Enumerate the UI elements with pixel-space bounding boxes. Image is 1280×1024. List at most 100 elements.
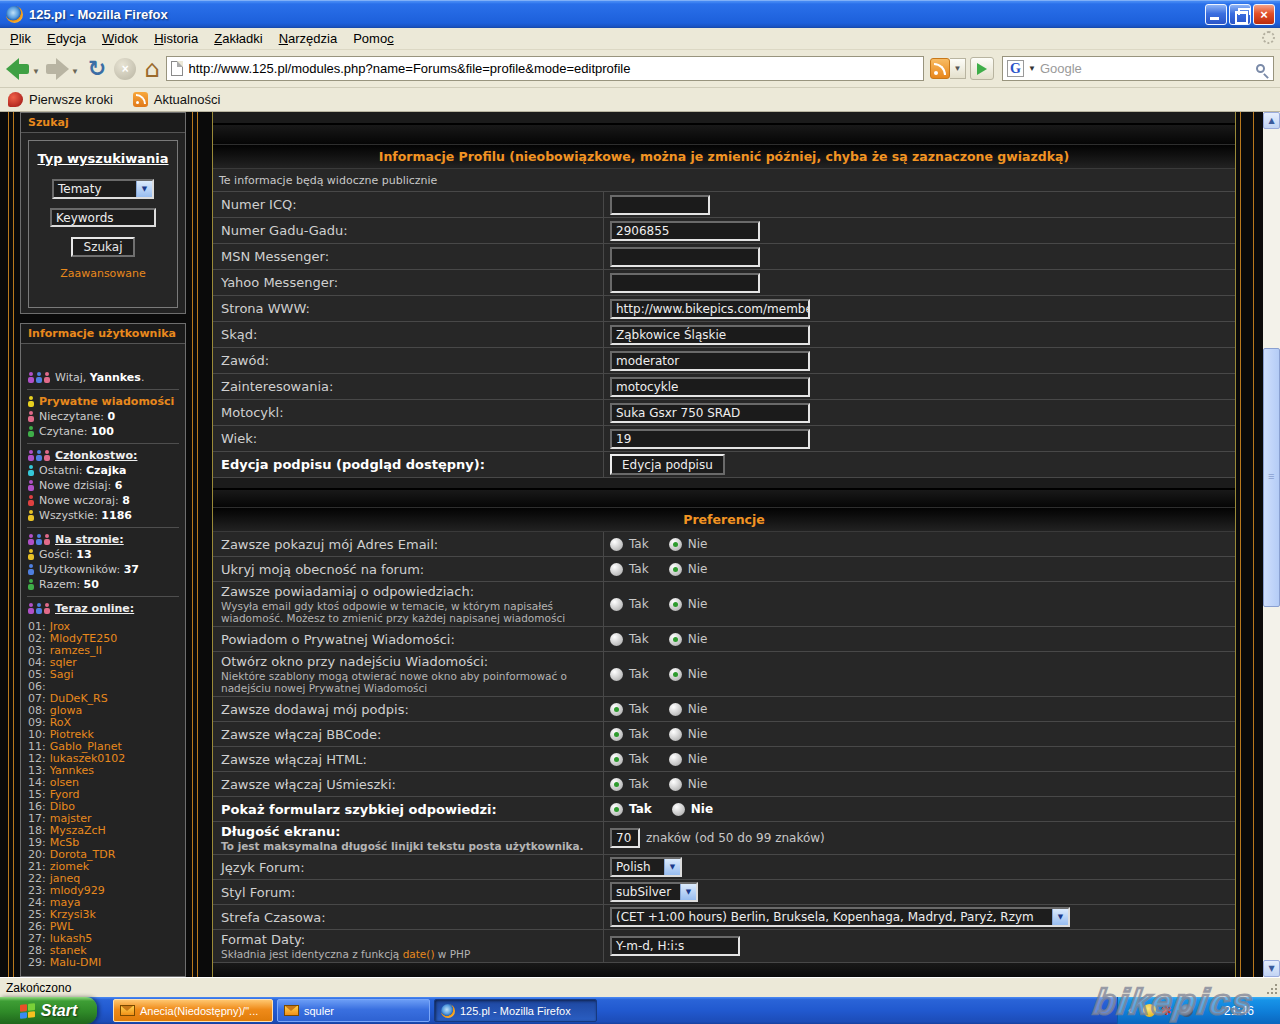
radio-yes-selected[interactable] [610, 753, 623, 766]
date-function-link[interactable]: date() [403, 948, 435, 960]
radio-no-selected[interactable] [669, 598, 682, 611]
online-user-link[interactable]: Malu-DMI [50, 957, 101, 969]
restore-button[interactable] [1229, 4, 1251, 25]
select-arrow-icon[interactable]: ▼ [136, 181, 152, 197]
menu-pomoc[interactable]: Pomoc [345, 29, 401, 48]
radio-yes[interactable] [610, 563, 623, 576]
radio-yes[interactable] [610, 538, 623, 551]
scrollbar-thumb[interactable] [1263, 348, 1280, 607]
vertical-scrollbar[interactable]: ▲ ▼ [1263, 112, 1280, 977]
radio-no-selected[interactable] [669, 668, 682, 681]
radio-no[interactable] [669, 753, 682, 766]
search-icon[interactable] [1256, 64, 1265, 73]
url-text: http://www.125.pl/modules.php?name=Forum… [189, 61, 631, 76]
back-button[interactable]: ▼ [6, 61, 43, 77]
resize-grip[interactable] [1266, 983, 1278, 995]
menu-historia[interactable]: Historia [146, 29, 206, 48]
select-arrow-icon[interactable]: ▼ [680, 884, 696, 900]
text-input[interactable]: Ząbkowice Śląskie [610, 325, 810, 345]
select-arrow-icon[interactable]: ▼ [1052, 909, 1068, 925]
radio-yes-selected[interactable] [610, 803, 623, 816]
scroll-up-button[interactable]: ▲ [1263, 112, 1280, 129]
date-format-input[interactable]: Y-m-d, H:i:s [610, 936, 740, 956]
menu-edycja[interactable]: Edycja [39, 29, 94, 48]
radio-no-selected[interactable] [669, 538, 682, 551]
back-arrow-icon [6, 61, 30, 77]
text-input[interactable]: 19 [610, 429, 810, 449]
preference-select[interactable]: (CET +1:00 hours) Berlin, Bruksela, Kope… [610, 907, 1070, 927]
text-input[interactable] [610, 247, 760, 267]
taskbar-item[interactable]: 125.pl - Mozilla Firefox [434, 999, 597, 1022]
preference-control-cell: (CET +1:00 hours) Berlin, Bruksela, Kope… [604, 905, 1235, 929]
start-button[interactable]: Start [0, 997, 97, 1024]
rss-feed-icon[interactable] [930, 58, 950, 79]
window-titlebar[interactable]: 125.pl - Mozilla Firefox × [0, 0, 1280, 28]
text-input[interactable]: Suka Gsxr 750 SRAD [610, 403, 810, 423]
taskbar-item[interactable]: Anecia(Niedostępny)/"... [113, 999, 273, 1022]
preference-row: Język Forum:Polish▼ [213, 855, 1235, 880]
search-submit-button[interactable]: Szukaj [71, 237, 135, 257]
text-input[interactable] [610, 273, 760, 293]
radio-yes-selected[interactable] [610, 728, 623, 741]
menu-widok[interactable]: Widok [94, 29, 146, 48]
keywords-input[interactable]: Keywords [50, 208, 156, 227]
bookmark-item[interactable]: Pierwsze kroki [8, 92, 113, 107]
preference-subtext: To jest maksymalna długość linijki tekst… [221, 840, 595, 852]
radio-no[interactable] [672, 803, 685, 816]
on-site-title: Na stronie: [55, 533, 124, 546]
text-input[interactable]: moderator [610, 351, 810, 371]
online-user-link[interactable]: Sagi [50, 669, 74, 681]
membership-row: Wszystkie: 1186 [27, 508, 179, 523]
search-type-select[interactable]: Tematy ▼ [52, 179, 154, 199]
advanced-search-link[interactable]: Zaawansowane [60, 267, 146, 280]
scroll-down-button[interactable]: ▼ [1263, 960, 1280, 977]
on-site-row: Razem: 50 [27, 577, 179, 592]
text-input[interactable] [610, 195, 710, 215]
bookmark-item[interactable]: Aktualności [133, 92, 220, 107]
radio-no-selected[interactable] [669, 563, 682, 576]
radio-yes[interactable] [610, 598, 623, 611]
preference-select[interactable]: subSilver▼ [610, 882, 698, 902]
taskbar-item[interactable]: squler [277, 999, 430, 1022]
forward-dropdown-icon[interactable]: ▼ [71, 67, 79, 76]
url-bar[interactable]: http://www.125.pl/modules.php?name=Forum… [166, 56, 924, 81]
home-button[interactable]: ⌂ [144, 57, 159, 81]
radio-no[interactable] [669, 728, 682, 741]
close-button[interactable]: × [1253, 4, 1275, 25]
radio-no[interactable] [669, 703, 682, 716]
text-input[interactable]: http://www.bikepics.com/member [610, 299, 810, 319]
page-border-line [197, 112, 198, 977]
table-band [213, 478, 1235, 490]
text-input[interactable]: 2906855 [610, 221, 760, 241]
radio-yes[interactable] [610, 633, 623, 646]
radio-no-selected[interactable] [669, 633, 682, 646]
navigation-toolbar: ▼ ▼ ↻ × ⌂ http://www.125.pl/modules.php?… [0, 50, 1280, 88]
radio-no[interactable] [669, 778, 682, 791]
select-value: subSilver [612, 885, 680, 899]
forward-button[interactable]: ▼ [45, 61, 82, 77]
radio-yes[interactable] [610, 668, 623, 681]
go-button[interactable] [970, 57, 994, 80]
menu-zakładki[interactable]: Zakładki [206, 29, 270, 48]
search-bar[interactable]: G ▼ Google [1002, 56, 1274, 81]
back-dropdown-icon[interactable]: ▼ [32, 67, 40, 76]
select-arrow-icon[interactable]: ▼ [664, 859, 680, 875]
online-user-number: 29: [28, 957, 46, 969]
screen-length-input[interactable]: 70 [610, 828, 640, 848]
menu-narzędzia[interactable]: Narzędzia [271, 29, 346, 48]
search-engine-dropdown-icon[interactable]: ▼ [1028, 64, 1036, 73]
radio-yes-selected[interactable] [610, 703, 623, 716]
radio-yes-selected[interactable] [610, 778, 623, 791]
preference-control-cell: TakNie [604, 627, 1235, 651]
preference-select[interactable]: Polish▼ [610, 857, 682, 877]
menu-plik[interactable]: Plik [2, 29, 39, 48]
google-icon[interactable]: G [1007, 60, 1024, 77]
text-input[interactable]: motocykle [610, 377, 810, 397]
minimize-button[interactable] [1205, 4, 1227, 25]
stop-button[interactable]: × [114, 58, 136, 80]
preference-control-cell: Polish▼ [604, 855, 1235, 879]
signature-edit-button[interactable]: Edycja podpisu [610, 454, 725, 475]
preference-control-cell: 70znaków (od 50 do 99 znaków) [604, 822, 1235, 854]
reload-button[interactable]: ↻ [88, 57, 106, 81]
url-dropdown-button[interactable]: ▼ [950, 58, 966, 79]
